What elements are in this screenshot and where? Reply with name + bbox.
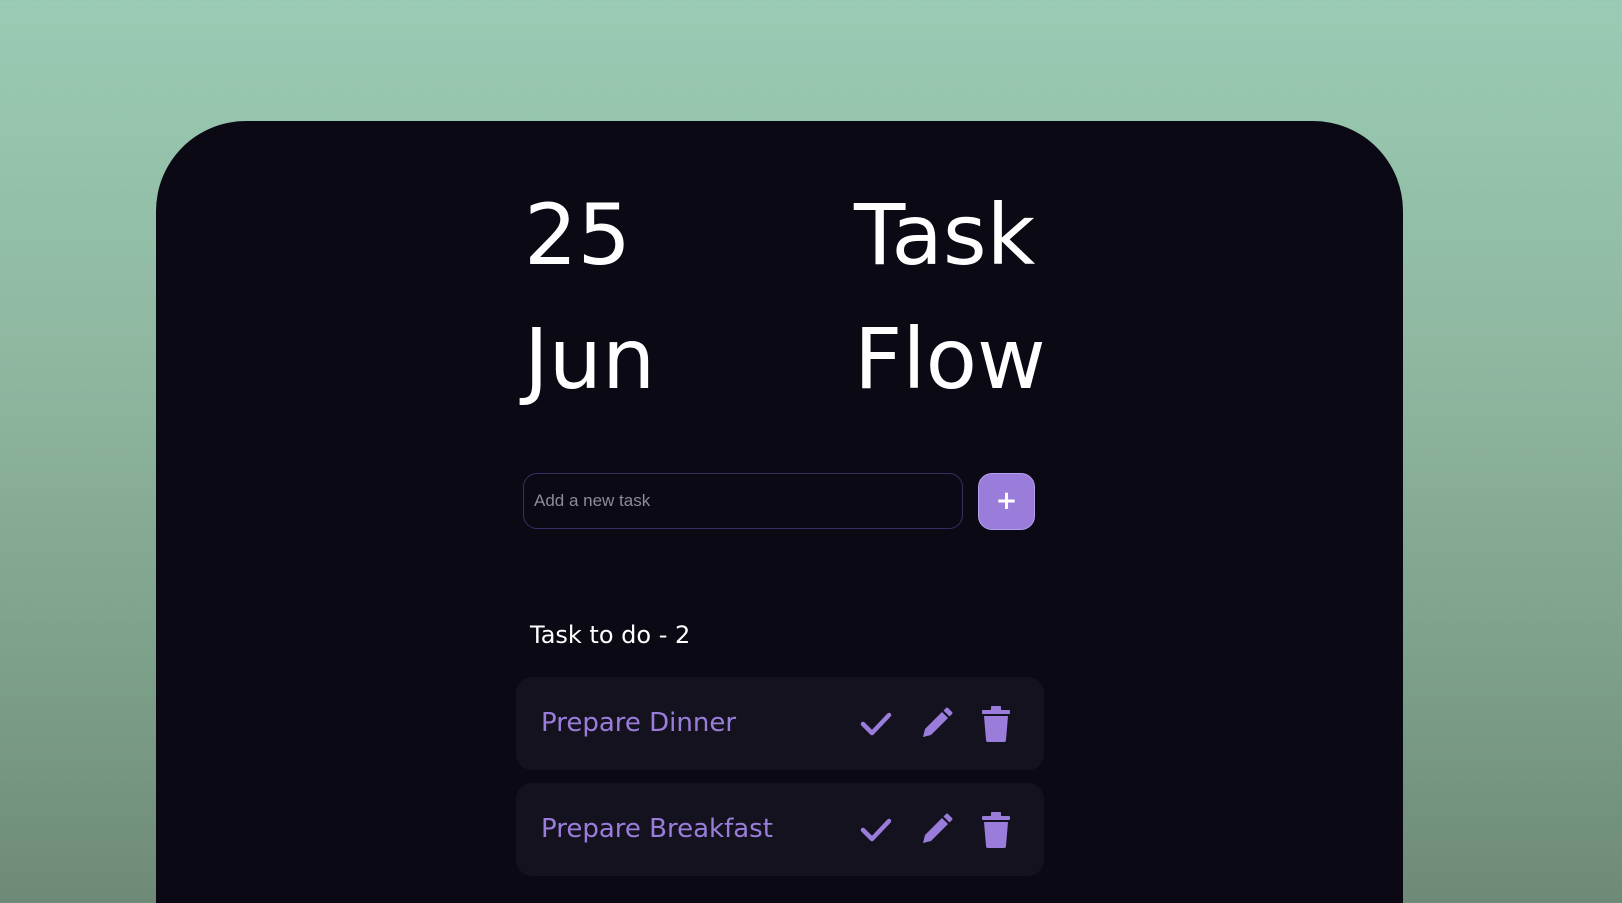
app-title-line2: Flow xyxy=(854,310,1046,408)
task-actions xyxy=(858,783,1014,876)
app-card: 25 Jun Task Flow + Task to do - 2 Prepar… xyxy=(156,121,1403,903)
trash-icon[interactable] xyxy=(978,811,1014,848)
check-icon[interactable] xyxy=(858,706,894,742)
task-actions xyxy=(858,677,1014,770)
app-title: Task Flow xyxy=(854,173,1046,421)
task-text: Prepare Dinner xyxy=(541,708,737,738)
task-list-heading: Task to do - 2 xyxy=(530,621,691,649)
date-display: 25 Jun xyxy=(524,173,655,421)
task-text: Prepare Breakfast xyxy=(541,814,773,844)
pencil-icon[interactable] xyxy=(918,706,954,742)
task-list: Prepare Dinner Prepare Breakfast xyxy=(516,677,1044,889)
check-icon[interactable] xyxy=(858,812,894,848)
trash-icon[interactable] xyxy=(978,705,1014,742)
date-day: 25 xyxy=(524,186,631,284)
add-task-button[interactable]: + xyxy=(978,473,1035,530)
app-title-line1: Task xyxy=(854,186,1036,284)
date-month: Jun xyxy=(524,310,656,408)
task-item: Prepare Breakfast xyxy=(516,783,1044,876)
new-task-input[interactable] xyxy=(523,473,963,529)
task-item: Prepare Dinner xyxy=(516,677,1044,770)
pencil-icon[interactable] xyxy=(918,812,954,848)
